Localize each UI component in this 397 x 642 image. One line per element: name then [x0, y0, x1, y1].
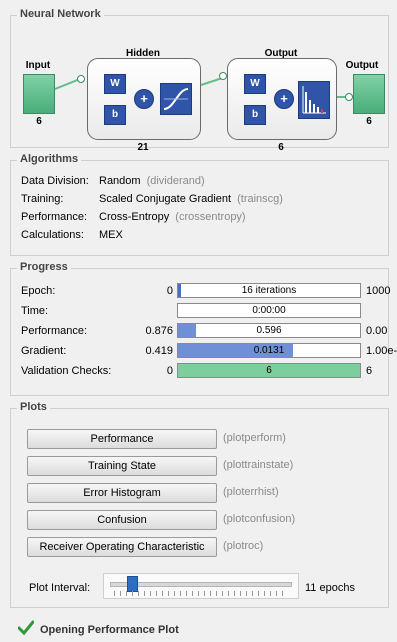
algorithm-row: Data Division: Random (dividerand) — [21, 175, 205, 187]
output-block — [353, 74, 385, 114]
output-label: Output — [345, 60, 379, 71]
algorithm-row: Calculations: MEX — [21, 229, 129, 241]
algorithm-value: Cross-Entropy — [99, 211, 170, 223]
progress-row-validation: Validation Checks: 0 6 6 — [21, 363, 381, 380]
plot-interval-label: Plot Interval: — [29, 582, 91, 594]
neural-network-panel: Neural Network Input 6 Hidden W b + 21 O… — [10, 8, 389, 153]
progress-current: 6 — [266, 365, 272, 376]
algorithm-value: Random — [99, 175, 141, 187]
algorithm-value: Scaled Conjugate Gradient — [99, 193, 232, 205]
hidden-dot — [219, 72, 227, 80]
output-size: 6 — [366, 116, 372, 127]
progress-label: Gradient: — [21, 345, 67, 357]
output-sum-icon: + — [274, 89, 294, 109]
progress-min: 0 — [166, 365, 173, 377]
plot-roc-button[interactable]: Receiver Operating Characteristic — [27, 537, 217, 557]
progress-current: 0.596 — [256, 325, 282, 336]
neural-network-title: Neural Network — [17, 8, 104, 20]
plot-function-label: (plottrainstate) — [223, 459, 294, 471]
progress-label: Epoch: — [21, 285, 56, 297]
output-dot — [345, 93, 353, 101]
progress-bar: 0:00:00 — [177, 303, 361, 318]
output-layer-size: 6 — [278, 142, 284, 153]
progress-min: 0 — [166, 285, 173, 297]
tansig-transfer-icon — [160, 83, 192, 115]
progress-min: 0.876 — [145, 325, 173, 337]
progress-row-time: Time: 0:00:00 — [21, 303, 381, 320]
progress-row-epoch: Epoch: 0 16 iterations 1000 — [21, 283, 390, 300]
input-size: 6 — [36, 116, 42, 127]
progress-row-performance: Performance: 0.876 0.596 0.00 — [21, 323, 387, 340]
progress-max: 6 — [366, 365, 373, 377]
progress-title: Progress — [17, 261, 71, 273]
plot-interval-value: 11 epochs — [305, 582, 355, 594]
progress-bar: 6 — [177, 363, 361, 378]
plot-error-histogram-button[interactable]: Error Histogram — [27, 483, 217, 503]
algorithm-key: Training: — [21, 193, 64, 205]
hidden-sum-icon: + — [134, 89, 154, 109]
algorithm-function: (dividerand) — [146, 175, 205, 187]
input-label: Input — [25, 60, 51, 71]
hidden-weight-block: W — [104, 74, 126, 94]
status-bar: Opening Performance Plot — [18, 620, 179, 636]
network-diagram: Input 6 Hidden W b + 21 Output W b + 6 O… — [19, 24, 385, 153]
output-bias-block: b — [244, 105, 266, 125]
algorithm-value: MEX — [99, 229, 123, 241]
progress-bar: 16 iterations — [177, 283, 361, 298]
hidden-layer: W b + — [87, 58, 201, 140]
algorithms-panel: Algorithms Data Division: Random (dividera… — [10, 153, 389, 256]
algorithm-function: (trainscg) — [237, 193, 283, 205]
plot-function-label: (plotperform) — [223, 432, 286, 444]
hidden-bias-block: b — [104, 105, 126, 125]
progress-max: 0.00 — [366, 325, 388, 337]
progress-max: 1.00e-06 — [366, 345, 397, 357]
progress-label: Performance: — [21, 325, 88, 337]
input-block — [23, 74, 55, 114]
progress-panel: Progress Epoch: 0 16 iterations 1000 Tim… — [10, 261, 397, 396]
status-text: Opening Performance Plot — [40, 624, 179, 636]
progress-current: 0:00:00 — [252, 305, 286, 316]
algorithm-key: Data Division: — [21, 175, 89, 187]
progress-max: 1000 — [366, 285, 391, 297]
plot-performance-button[interactable]: Performance — [27, 429, 217, 449]
progress-row-gradient: Gradient: 0.419 0.0131 1.00e-06 — [21, 343, 397, 360]
output-layer: W b + — [227, 58, 337, 140]
slider-ticks — [114, 591, 288, 596]
progress-current: 16 iterations — [241, 285, 297, 296]
plot-function-label: (ploterrhist) — [223, 486, 279, 498]
plots-title: Plots — [17, 401, 50, 413]
output-weight-block: W — [244, 74, 266, 94]
plot-confusion-button[interactable]: Confusion — [27, 510, 217, 530]
algorithm-key: Performance: — [21, 211, 88, 223]
algorithm-row: Training: Scaled Conjugate Gradient (train… — [21, 193, 283, 205]
algorithm-function: (crossentropy) — [175, 211, 246, 223]
algorithm-key: Calculations: — [21, 229, 84, 241]
algorithm-row: Performance: Cross-Entropy (crossentropy) — [21, 211, 246, 223]
progress-bar: 0.0131 — [177, 343, 361, 358]
progress-label: Time: — [21, 305, 49, 317]
plot-training-state-button[interactable]: Training State — [27, 456, 217, 476]
hidden-size: 21 — [137, 142, 149, 153]
algorithms-title: Algorithms — [17, 153, 82, 165]
softmax-transfer-icon — [298, 81, 330, 119]
plot-function-label: (plotroc) — [223, 540, 264, 552]
progress-bar: 0.596 — [177, 323, 361, 338]
plot-function-label: (plotconfusion) — [223, 513, 296, 525]
progress-label: Validation Checks: — [21, 365, 112, 377]
slider-thumb[interactable] — [127, 576, 139, 592]
plot-interval-slider[interactable] — [103, 573, 299, 599]
progress-min: 0.419 — [145, 345, 173, 357]
progress-current: 0.0131 — [253, 345, 285, 356]
check-icon — [18, 620, 34, 636]
input-dot — [77, 75, 85, 83]
plots-panel: Plots Performance (plotperform) Training… — [10, 401, 389, 608]
